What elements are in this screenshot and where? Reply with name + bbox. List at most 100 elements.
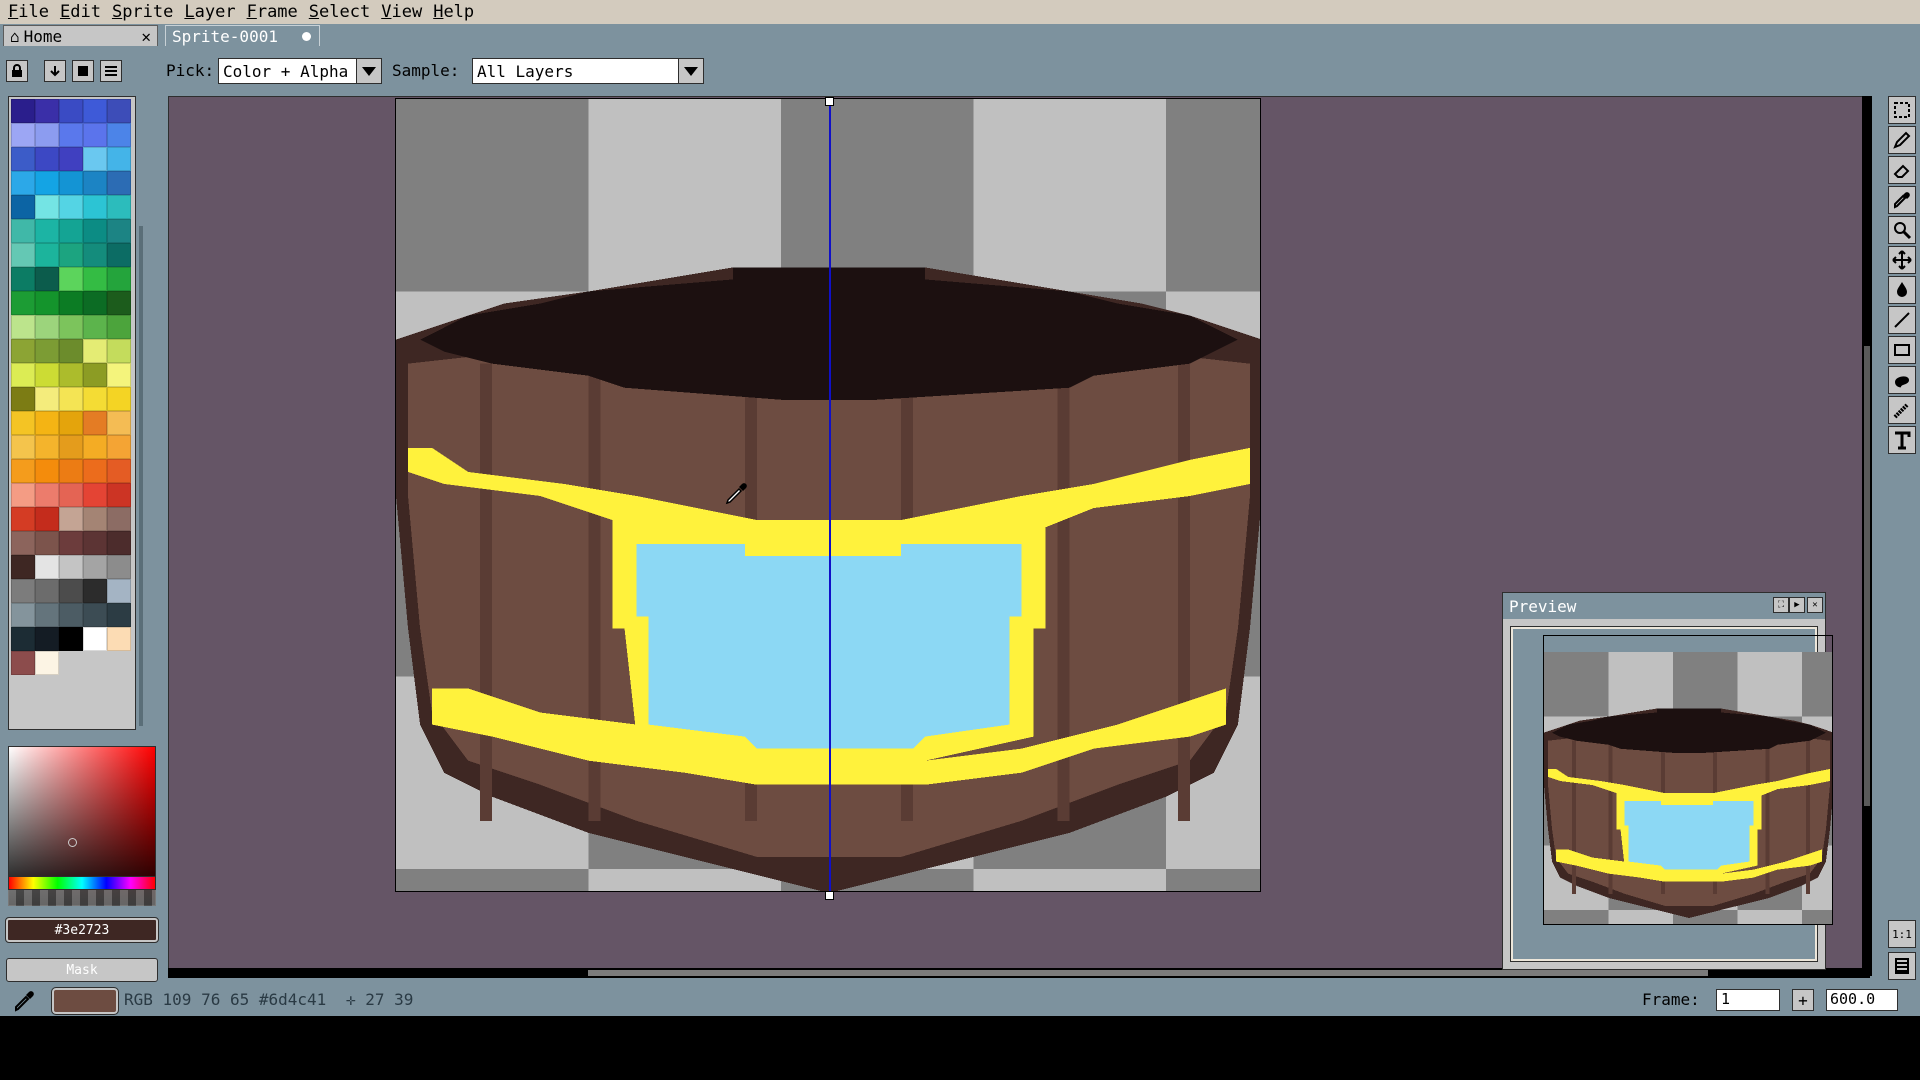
palette-swatch[interactable] xyxy=(59,555,83,579)
preview-window[interactable]: Preview ⛶ ▶ ✕ xyxy=(1502,592,1833,970)
palette-swatch[interactable] xyxy=(83,411,107,435)
menu-sprite[interactable]: Sprite xyxy=(110,2,182,22)
palette-swatch[interactable] xyxy=(107,363,131,387)
palette-swatch[interactable] xyxy=(11,459,35,483)
palette-swatch[interactable] xyxy=(107,459,131,483)
vertical-scrollbar[interactable] xyxy=(1862,96,1872,976)
new-frame-button[interactable]: + xyxy=(1792,989,1814,1011)
palette-swatch[interactable] xyxy=(59,507,83,531)
sort-down-icon[interactable] xyxy=(44,60,66,82)
current-color-hex[interactable]: #3e2723 xyxy=(5,917,159,943)
palette-swatch[interactable] xyxy=(11,435,35,459)
stop-icon[interactable] xyxy=(72,60,94,82)
palette-swatch[interactable] xyxy=(11,363,35,387)
palette-swatch[interactable] xyxy=(11,483,35,507)
palette-swatch[interactable] xyxy=(35,243,59,267)
palette-swatch[interactable] xyxy=(83,219,107,243)
contour-icon[interactable] xyxy=(1888,366,1916,394)
palette-swatch[interactable] xyxy=(35,171,59,195)
preview-play-icon[interactable]: ▶ xyxy=(1789,597,1805,613)
palette-swatch[interactable] xyxy=(35,411,59,435)
blur-icon[interactable] xyxy=(1888,396,1916,424)
palette-swatch[interactable] xyxy=(59,603,83,627)
palette-swatch[interactable] xyxy=(83,507,107,531)
text-icon[interactable] xyxy=(1888,426,1916,454)
palette-swatch[interactable] xyxy=(59,171,83,195)
palette-swatch[interactable] xyxy=(59,363,83,387)
palette-swatch[interactable] xyxy=(11,219,35,243)
menu-help[interactable]: Help xyxy=(431,2,483,22)
menu-edit[interactable]: Edit xyxy=(58,2,110,22)
spectrum-cursor[interactable] xyxy=(68,838,77,847)
palette-swatch[interactable] xyxy=(11,651,35,675)
palette-swatch[interactable] xyxy=(107,171,131,195)
palette-swatch[interactable] xyxy=(11,171,35,195)
palette-swatch[interactable] xyxy=(59,387,83,411)
palette-swatch[interactable] xyxy=(59,291,83,315)
preview-fit-icon[interactable]: ⛶ xyxy=(1773,597,1789,613)
palette-swatch[interactable] xyxy=(107,579,131,603)
palette-swatch[interactable] xyxy=(83,363,107,387)
palette-swatch[interactable] xyxy=(107,507,131,531)
palette-swatch[interactable] xyxy=(59,315,83,339)
palette-swatch[interactable] xyxy=(35,651,59,675)
palette-swatch[interactable] xyxy=(35,627,59,651)
palette-swatch[interactable] xyxy=(107,627,131,651)
palette-swatch[interactable] xyxy=(107,267,131,291)
sprite-canvas[interactable] xyxy=(395,98,1261,892)
palette-swatch[interactable] xyxy=(11,195,35,219)
palette-swatch[interactable] xyxy=(11,291,35,315)
palette-swatch[interactable] xyxy=(107,603,131,627)
tab-home[interactable]: ⌂ Home ✕ xyxy=(3,25,158,46)
palette-swatch[interactable] xyxy=(83,387,107,411)
palette-swatch[interactable] xyxy=(59,243,83,267)
palette-swatch[interactable] xyxy=(35,123,59,147)
palette-swatch[interactable] xyxy=(35,99,59,123)
palette-swatch[interactable] xyxy=(35,459,59,483)
palette-swatch[interactable] xyxy=(107,291,131,315)
chevron-down-icon[interactable] xyxy=(678,58,704,84)
palette-swatch[interactable] xyxy=(59,531,83,555)
palette-swatch[interactable] xyxy=(35,435,59,459)
palette-swatch[interactable] xyxy=(107,531,131,555)
palette-swatch[interactable] xyxy=(35,555,59,579)
mask-color-button[interactable]: Mask xyxy=(6,958,158,982)
rectangle-icon[interactable] xyxy=(1888,336,1916,364)
palette-swatch[interactable] xyxy=(35,147,59,171)
marquee-icon[interactable] xyxy=(1888,96,1916,124)
palette-swatch[interactable] xyxy=(11,243,35,267)
menu-view[interactable]: View xyxy=(379,2,431,22)
palette-swatch[interactable] xyxy=(11,147,35,171)
lock-icon[interactable] xyxy=(6,60,28,82)
palette-swatch[interactable] xyxy=(107,411,131,435)
move-icon[interactable] xyxy=(1888,246,1916,274)
palette-swatch[interactable] xyxy=(11,579,35,603)
palette-swatch[interactable] xyxy=(83,483,107,507)
palette-swatch[interactable] xyxy=(59,99,83,123)
palette-swatch[interactable] xyxy=(59,219,83,243)
frame-input[interactable]: 1 xyxy=(1716,989,1780,1011)
palette-swatch[interactable] xyxy=(107,243,131,267)
palette-swatch[interactable] xyxy=(83,627,107,651)
palette-swatch[interactable] xyxy=(59,435,83,459)
palette-swatch[interactable] xyxy=(35,603,59,627)
hue-slider[interactable] xyxy=(8,876,156,890)
palette-swatch[interactable] xyxy=(11,339,35,363)
palette-swatch[interactable] xyxy=(59,339,83,363)
menu-file[interactable]: File xyxy=(6,2,58,22)
palette-swatch[interactable] xyxy=(83,123,107,147)
palette-swatch[interactable] xyxy=(83,531,107,555)
palette-swatch[interactable] xyxy=(35,531,59,555)
zoom-icon[interactable] xyxy=(1888,216,1916,244)
alpha-slider[interactable] xyxy=(8,890,156,906)
paint-bucket-icon[interactable] xyxy=(1888,276,1916,304)
palette-swatch[interactable] xyxy=(107,195,131,219)
palette-swatch[interactable] xyxy=(59,147,83,171)
palette-swatch[interactable] xyxy=(59,483,83,507)
modified-dot-icon[interactable] xyxy=(302,32,311,41)
palette-swatch[interactable] xyxy=(11,627,35,651)
palette-swatch[interactable] xyxy=(83,459,107,483)
palette-swatch[interactable] xyxy=(35,363,59,387)
sample-select[interactable]: All Layers xyxy=(472,58,704,84)
palette-swatch[interactable] xyxy=(11,411,35,435)
